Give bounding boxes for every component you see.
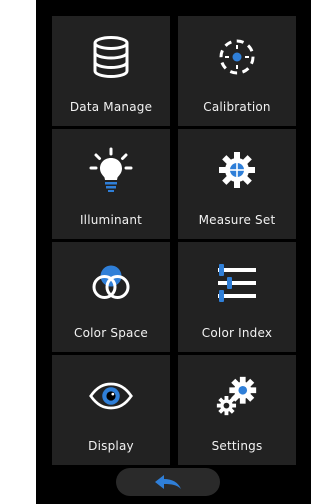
color-index-label: Color Index: [201, 326, 273, 340]
color-index-tile[interactable]: Color Index: [178, 242, 296, 352]
device-screen: Data Manage Calibration Illuminant Measu…: [36, 0, 311, 504]
sliders-icon: [214, 260, 260, 306]
color-space-tile[interactable]: Color Space: [52, 242, 170, 352]
eye-icon: [88, 373, 134, 419]
display-tile[interactable]: Display: [52, 355, 170, 465]
measure-set-tile[interactable]: Measure Set: [178, 129, 296, 239]
light-bulb-icon: [88, 147, 134, 193]
data-manage-label: Data Manage: [69, 100, 153, 114]
main-menu-grid: Data Manage Calibration Illuminant Measu…: [52, 16, 296, 465]
back-button[interactable]: [116, 468, 220, 496]
calibration-tile[interactable]: Calibration: [178, 16, 296, 126]
illuminant-tile[interactable]: Illuminant: [52, 129, 170, 239]
color-space-label: Color Space: [74, 326, 148, 340]
database-icon: [88, 34, 134, 80]
back-arrow-icon: [155, 475, 181, 489]
settings-label: Settings: [211, 439, 263, 453]
calibration-target-icon: [214, 34, 260, 80]
gear-crosshair-icon: [214, 147, 260, 193]
settings-tile[interactable]: Settings: [178, 355, 296, 465]
illuminant-label: Illuminant: [79, 213, 143, 227]
calibration-label: Calibration: [203, 100, 271, 114]
measure-set-label: Measure Set: [198, 213, 276, 227]
data-manage-tile[interactable]: Data Manage: [52, 16, 170, 126]
rgb-circles-icon: [88, 260, 134, 306]
display-label: Display: [88, 439, 134, 453]
gears-icon: [214, 373, 260, 419]
